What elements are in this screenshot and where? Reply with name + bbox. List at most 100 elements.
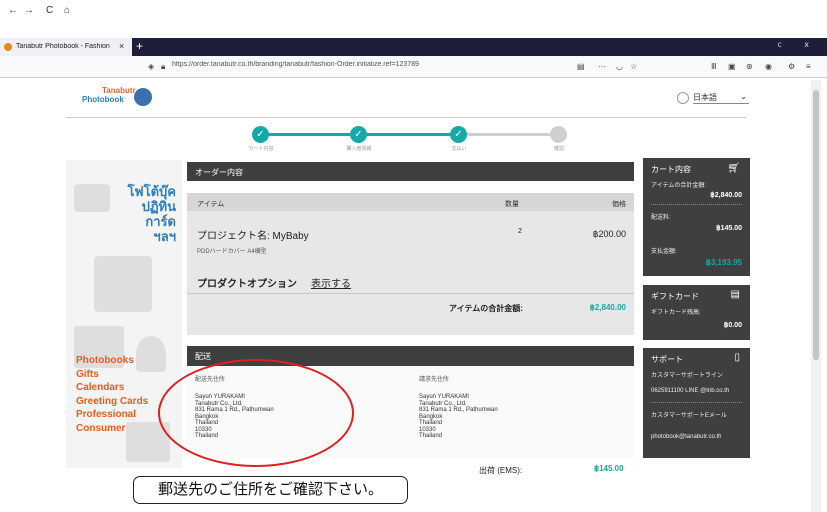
promo-link-consumer[interactable]: Consumer bbox=[76, 422, 148, 436]
gift-card-panel: ギフトカード ▤ ギフトカード残高: ฿0.00 bbox=[643, 285, 750, 340]
order-box: アイテム 数量 価格 プロジェクト名: MyBaby PDDハードカバー A4横… bbox=[187, 193, 634, 335]
product-options-link[interactable]: 表示する bbox=[311, 275, 351, 290]
gift-card-label: ギフトカード残高: bbox=[651, 310, 701, 316]
bookmark-star-icon[interactable]: ☆ bbox=[630, 62, 637, 71]
gift-card-title: ギフトカード bbox=[651, 292, 699, 301]
shipping-section-title: 配送 bbox=[195, 352, 211, 361]
promo-thai-line: การ์ด bbox=[145, 214, 176, 229]
promo-thai-line: ปฏิทิน bbox=[141, 199, 176, 214]
new-tab-button[interactable]: + bbox=[136, 39, 143, 53]
order-table-header bbox=[187, 193, 634, 211]
cart-separator bbox=[651, 204, 742, 205]
col-qty-header: 数量 bbox=[505, 201, 519, 208]
chevron-down-icon: ⌄ bbox=[740, 92, 747, 101]
cart-summary-panel: カート内容 🛒︎ アイテムの合計金額: ฿2,840.00 配送料: ฿145.… bbox=[643, 158, 750, 276]
logo-line2: Photobook bbox=[82, 95, 124, 104]
account-icon[interactable]: ◉ bbox=[765, 62, 772, 71]
image-icon bbox=[94, 256, 152, 312]
lock-icon: 🔒︎ bbox=[161, 62, 166, 71]
forward-icon[interactable]: → bbox=[24, 5, 34, 16]
step-4-label: 確認 bbox=[553, 146, 564, 152]
sidebar-icon[interactable]: ▣ bbox=[728, 62, 736, 71]
language-value: 日本語 bbox=[693, 93, 717, 102]
reader-view-icon[interactable]: ▤ bbox=[577, 62, 585, 71]
step-2-check-icon: ✓ bbox=[350, 126, 367, 143]
logo-camera-icon bbox=[134, 88, 152, 106]
gift-card-value: ฿0.00 bbox=[723, 322, 742, 329]
promo-link-greeting-cards[interactable]: Greeting Cards bbox=[76, 395, 148, 409]
browser-tab[interactable]: Tanabutr Photobook ‐ Fashion ‐ Order × bbox=[0, 38, 132, 56]
customize-icon[interactable]: ⚙ bbox=[788, 62, 795, 71]
step-1-check-icon: ✓ bbox=[252, 126, 269, 143]
logo-line1: Tanabutr bbox=[102, 86, 136, 95]
cart-items-label: アイテムの合計金額: bbox=[651, 183, 707, 189]
address-bar[interactable]: https://order.tanabutr.co.th/branding/ta… bbox=[172, 61, 532, 73]
language-selector[interactable]: 日本語 ⌄ bbox=[677, 92, 749, 104]
site-favicon-icon bbox=[4, 43, 12, 51]
cart-items-value: ฿2,840.00 bbox=[710, 192, 742, 199]
project-name: プロジェクト名: MyBaby bbox=[197, 231, 309, 242]
promo-links: Photobooks Gifts Calendars Greeting Card… bbox=[76, 354, 148, 435]
extension-icon[interactable]: ⊛ bbox=[746, 62, 753, 71]
library-icon[interactable]: Ⅲ bbox=[711, 62, 717, 71]
header-divider bbox=[66, 117, 746, 118]
address-line: Thailand bbox=[419, 433, 443, 439]
support-line-number[interactable]: 0625911100 LINE @tnb.co.th bbox=[651, 388, 729, 394]
promo-link-professional[interactable]: Professional bbox=[76, 408, 148, 422]
gift-card-icon: ▤ bbox=[730, 289, 740, 300]
order-section-header: オーダー内容 bbox=[187, 162, 634, 181]
home-icon[interactable]: ⌂ bbox=[64, 5, 70, 16]
cart-shipping-value: ฿145.00 bbox=[716, 225, 742, 232]
menu-icon[interactable]: ≡ bbox=[806, 62, 811, 71]
site-logo[interactable]: Tanabutr Photobook bbox=[82, 86, 152, 110]
cart-shipping-label: 配送料: bbox=[651, 215, 671, 221]
page-scrollbar[interactable] bbox=[811, 80, 821, 512]
cart-total-label: 支払金額: bbox=[651, 249, 677, 255]
subtotal-value: ฿2,840.00 bbox=[589, 303, 626, 312]
back-icon[interactable]: ← bbox=[8, 5, 18, 16]
cart-summary-title: カート内容 bbox=[651, 165, 691, 174]
promo-link-photobooks[interactable]: Photobooks bbox=[76, 354, 148, 368]
support-email[interactable]: photobook@tanabutr.co.th bbox=[651, 434, 721, 440]
shield-icon[interactable]: ◈ bbox=[148, 62, 154, 71]
step-3-label: 支払い bbox=[451, 146, 467, 152]
product-options-label: プロダクトオプション bbox=[197, 279, 297, 290]
order-section-title: オーダー内容 bbox=[195, 168, 243, 177]
tab-close-icon[interactable]: × bbox=[119, 41, 124, 51]
language-select[interactable]: 日本語 ⌄ bbox=[693, 92, 749, 104]
project-subtitle: PDDハードカバー A4横型 bbox=[197, 249, 267, 255]
camera-icon bbox=[74, 184, 110, 212]
support-separator bbox=[651, 402, 742, 403]
stepper-line-pending bbox=[458, 133, 558, 136]
item-price: ฿200.00 bbox=[592, 229, 626, 239]
step-3-check-icon: ✓ bbox=[450, 126, 467, 143]
col-price-header: 価格 bbox=[612, 201, 626, 208]
page-actions-icon[interactable]: ··· bbox=[598, 62, 606, 71]
order-divider bbox=[187, 293, 634, 294]
promo-link-calendars[interactable]: Calendars bbox=[76, 381, 148, 395]
subtotal-label: アイテムの合計金額: bbox=[449, 304, 523, 313]
support-panel: サポート ▯ カスタマーサポートライン 0625911100 LINE @tnb… bbox=[643, 348, 750, 458]
promo-thai-line: ฯลฯ bbox=[153, 229, 176, 244]
promo-link-gifts[interactable]: Gifts bbox=[76, 368, 148, 382]
scrollbar-thumb[interactable] bbox=[813, 90, 819, 360]
annotation-circle bbox=[158, 359, 354, 467]
phone-icon: ▯ bbox=[734, 352, 740, 363]
tab-title: Tanabutr Photobook ‐ Fashion ‐ Order bbox=[16, 43, 112, 50]
address-line: 831 Rama 1 Rd., Pathumwan bbox=[419, 407, 498, 413]
pocket-icon[interactable]: ◡ bbox=[616, 62, 623, 71]
step-4-dot bbox=[550, 126, 567, 143]
step-2-label: 購入者情報 bbox=[346, 146, 372, 152]
checkout-stepper: ✓ ✓ ✓ カート内容 購入者情報 支払い 確認 bbox=[248, 124, 570, 154]
reload-icon[interactable]: C bbox=[46, 5, 53, 16]
support-line-label: カスタマーサポートライン bbox=[651, 373, 723, 379]
bill-to-label: 請求先住所 bbox=[419, 377, 450, 383]
shipping-fee-label: 出荷 (EMS): bbox=[479, 466, 523, 475]
window-controls[interactable]: ⅽ ⅹ bbox=[778, 40, 819, 49]
support-title: サポート bbox=[651, 355, 683, 364]
cart-icon: 🛒︎ bbox=[727, 163, 740, 174]
globe-icon bbox=[677, 92, 689, 104]
step-1-label: カート内容 bbox=[248, 146, 274, 152]
promo-thai-line: โฟโต้บุ๊ค bbox=[127, 184, 176, 199]
promo-thai-text: โฟโต้บุ๊ค ปฏิทิน การ์ด ฯลฯ bbox=[116, 184, 176, 244]
